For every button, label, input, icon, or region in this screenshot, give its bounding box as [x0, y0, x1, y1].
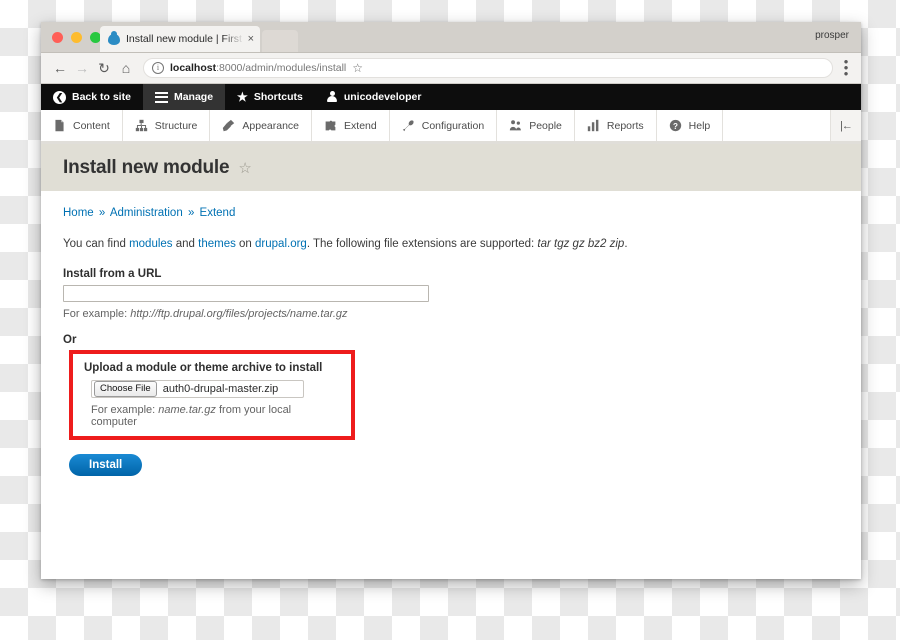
people-icon: [510, 120, 522, 131]
address-bar-url: localhost:8000/admin/modules/install: [170, 62, 346, 74]
intro-paragraph: You can find modules and themes on drupa…: [63, 236, 839, 252]
svg-text:?: ?: [673, 122, 678, 131]
new-tab-button[interactable]: [262, 30, 298, 52]
breadcrumb-item-home[interactable]: Home: [63, 207, 94, 219]
page-heading-band: Install new module ☆: [41, 144, 861, 191]
question-circle-icon: ?: [669, 119, 681, 132]
page-title: Install new module: [63, 157, 230, 178]
url-help-prefix: For example:: [63, 308, 131, 321]
toolbar-item-shortcuts[interactable]: ★ Shortcuts: [225, 84, 315, 110]
intro-text-part3: on: [235, 238, 256, 250]
toolbar-item-user[interactable]: unicodeveloper: [315, 84, 434, 110]
menu-item-label: Extend: [344, 119, 377, 132]
back-circle-icon: ❮: [53, 90, 66, 104]
link-drupal-org[interactable]: drupal.org: [255, 238, 307, 250]
breadcrumb: Home » Administration » Extend: [63, 207, 839, 219]
url-help-example: http://ftp.drupal.org/files/projects/nam…: [130, 308, 348, 321]
menu-item-people[interactable]: People: [497, 110, 575, 141]
close-window-button[interactable]: [52, 32, 63, 43]
menu-item-configuration[interactable]: Configuration: [390, 110, 498, 141]
menu-item-extend[interactable]: Extend: [312, 110, 390, 141]
document-icon: [55, 119, 64, 132]
choose-file-button[interactable]: Choose File: [94, 381, 157, 398]
upload-help-prefix: For example:: [91, 404, 159, 417]
intro-text-part1: You can find: [63, 238, 130, 250]
breadcrumb-item-extend[interactable]: Extend: [200, 207, 236, 219]
upload-highlight-box: Upload a module or theme archive to inst…: [69, 350, 355, 441]
close-tab-icon[interactable]: ×: [248, 33, 254, 45]
menu-item-label: Reports: [606, 119, 644, 132]
forward-icon[interactable]: →: [71, 57, 93, 79]
menu-item-label: People: [529, 119, 562, 132]
toolbar-item-back-to-site[interactable]: ❮ Back to site: [41, 84, 143, 110]
url-path: :8000/admin/modules/install: [216, 62, 347, 74]
browser-tab-strip: Install new module | First Drup × prospe…: [41, 22, 861, 53]
breadcrumb-separator: »: [187, 207, 195, 219]
browser-tab-title: Install new module | First Drup: [126, 33, 244, 45]
drupal-admin-toolbar: ❮ Back to site Manage ★ Shortcuts unicod…: [41, 84, 861, 110]
or-label: Or: [63, 334, 77, 347]
star-icon: ★: [237, 90, 248, 104]
install-button[interactable]: Install: [69, 454, 143, 477]
menu-item-label: Configuration: [421, 119, 485, 132]
page-content: Home » Administration » Extend You can f…: [41, 191, 861, 579]
window-traffic-lights: [52, 32, 101, 43]
paintbrush-icon: [223, 119, 235, 132]
menu-item-structure[interactable]: Structure: [123, 110, 211, 141]
person-icon: [327, 91, 338, 103]
file-upload-input[interactable]: Choose File auth0-drupal-master.zip: [91, 380, 304, 399]
sitemap-icon: [135, 119, 147, 132]
menu-item-appearance[interactable]: Appearance: [210, 110, 313, 141]
browser-menu-icon[interactable]: • • •: [841, 55, 851, 80]
menu-item-help[interactable]: ? Help: [657, 110, 724, 141]
menu-item-label: Help: [688, 119, 711, 132]
drupal-drop-icon: [108, 33, 120, 45]
menu-item-label: Structure: [154, 119, 198, 132]
bookmark-star-icon[interactable]: ☆: [352, 61, 363, 75]
toolbar-item-label: Manage: [173, 91, 214, 103]
upload-field-label: Upload a module or theme archive to inst…: [84, 362, 323, 375]
install-from-url-input[interactable]: [63, 285, 429, 303]
menu-item-label: Content: [73, 119, 110, 132]
wrench-icon: [402, 120, 414, 132]
intro-text-part2: and: [172, 238, 199, 250]
url-field-help: For example: http://ftp.drupal.org/files…: [63, 308, 839, 320]
menu-item-content[interactable]: Content: [41, 110, 123, 141]
url-host: localhost: [170, 62, 217, 74]
window-user-label: prosper: [815, 30, 849, 41]
toolbar-item-label: Back to site: [72, 91, 131, 103]
menu-item-label: Appearance: [242, 119, 300, 132]
browser-window: Install new module | First Drup × prospe…: [41, 22, 861, 579]
collapse-toolbar-icon[interactable]: |←: [831, 110, 861, 141]
menu-item-reports[interactable]: Reports: [575, 110, 657, 141]
browser-toolbar: ← → ↻ ⌂ i localhost:8000/admin/modules/i…: [41, 53, 861, 84]
upload-help-example: name.tar.gz: [158, 404, 216, 417]
drupal-admin-menu: Content Structure Appearance Extend Conf…: [41, 110, 861, 144]
intro-text-part4: . The following file extensions are supp…: [306, 238, 538, 250]
browser-tab[interactable]: Install new module | First Drup ×: [100, 26, 260, 52]
puzzle-icon: [325, 120, 336, 131]
favorite-star-icon[interactable]: ☆: [238, 161, 251, 176]
upload-field-help: For example: name.tar.gz from your local…: [91, 404, 340, 428]
hamburger-icon: [154, 91, 168, 103]
breadcrumb-separator: »: [98, 207, 106, 219]
home-icon[interactable]: ⌂: [115, 57, 137, 79]
reload-icon[interactable]: ↻: [93, 57, 115, 79]
toolbar-item-label: unicodeveloper: [343, 91, 422, 103]
link-themes[interactable]: themes: [198, 238, 236, 250]
back-icon[interactable]: ←: [49, 57, 71, 79]
breadcrumb-item-administration[interactable]: Administration: [110, 207, 183, 219]
bar-chart-icon: [587, 119, 599, 132]
menu-spacer: [723, 110, 831, 141]
link-modules[interactable]: modules: [129, 238, 172, 250]
selected-file-name: auth0-drupal-master.zip: [162, 383, 279, 396]
toolbar-item-label: Shortcuts: [253, 91, 303, 103]
minimize-window-button[interactable]: [71, 32, 82, 43]
toolbar-item-manage[interactable]: Manage: [142, 84, 226, 110]
address-bar[interactable]: i localhost:8000/admin/modules/install ☆: [143, 58, 833, 78]
url-field-label: Install from a URL: [63, 268, 162, 281]
supported-extensions: tar tgz gz bz2 zip: [537, 238, 625, 250]
intro-text-part5: .: [624, 238, 628, 250]
site-info-icon[interactable]: i: [152, 62, 164, 74]
